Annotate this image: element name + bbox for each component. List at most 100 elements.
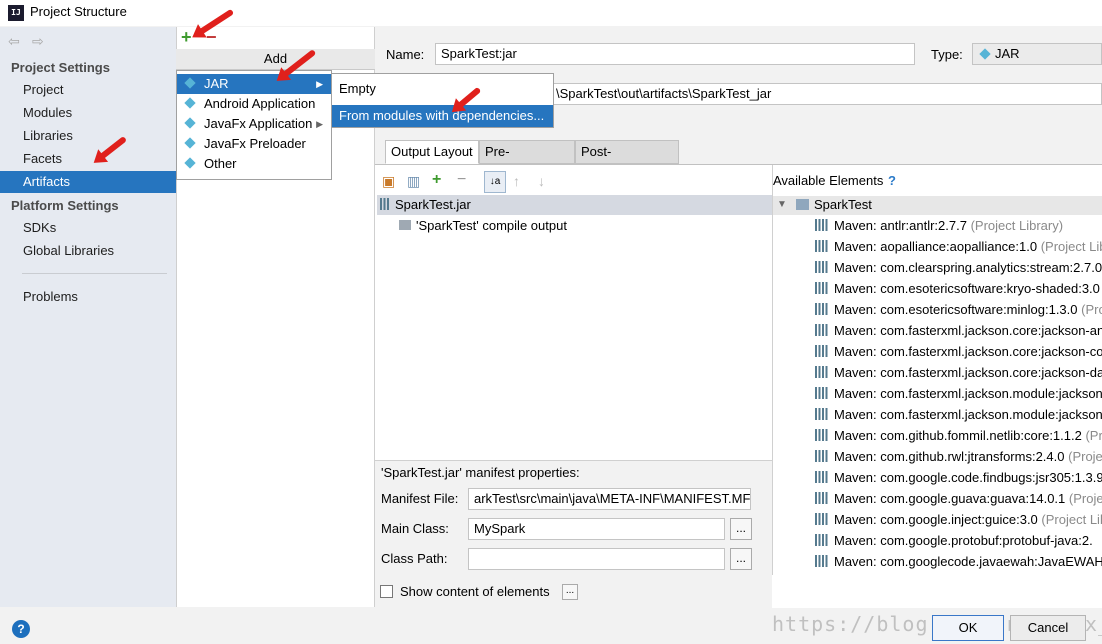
forward-arrow-icon[interactable]: ⇨ bbox=[32, 33, 44, 50]
menu-item-android-application[interactable]: Android Application bbox=[177, 94, 331, 114]
library-note: (Project Lib bbox=[1040, 239, 1102, 254]
library-name: Maven: com.esotericsoftware:kryo-shaded:… bbox=[834, 281, 1100, 296]
manifest-file-field[interactable]: arkTest\src\main\java\META-INF\MANIFEST.… bbox=[468, 488, 751, 510]
show-content-options-button[interactable]: ... bbox=[562, 584, 578, 600]
add-popup-header: Add bbox=[176, 49, 375, 70]
remove-element-icon[interactable]: − bbox=[457, 171, 466, 189]
available-elements-label: Available Elements bbox=[773, 173, 884, 188]
tab-pre-processing[interactable]: Pre-processing bbox=[479, 140, 575, 181]
sidebar-item-project[interactable]: Project bbox=[0, 79, 176, 101]
library-icon bbox=[815, 240, 829, 252]
menu-item-jar[interactable]: JAR ▶ bbox=[177, 74, 331, 94]
main-class-browse-button[interactable]: ... bbox=[730, 518, 752, 540]
cancel-button[interactable]: Cancel bbox=[1010, 615, 1086, 641]
manifest-heading: 'SparkTest.jar' manifest properties: bbox=[381, 465, 580, 480]
library-item[interactable]: Maven: com.fasterxml.jackson.core:jackso… bbox=[815, 362, 1102, 383]
library-icon bbox=[815, 534, 829, 546]
main-class-label: Main Class: bbox=[381, 521, 449, 536]
available-root[interactable]: SparkTest bbox=[796, 195, 872, 215]
library-icon bbox=[815, 324, 829, 336]
move-up-icon[interactable]: ↑ bbox=[513, 173, 520, 189]
submenu-arrow-icon: ▶ bbox=[316, 79, 323, 89]
name-field[interactable]: SparkTest:jar bbox=[435, 43, 915, 65]
move-down-icon[interactable]: ↓ bbox=[538, 173, 545, 189]
add-element-icon[interactable]: + bbox=[432, 171, 441, 189]
available-root-label: SparkTest bbox=[814, 197, 872, 212]
sidebar-item-libraries[interactable]: Libraries bbox=[0, 125, 176, 147]
library-note: (Pr bbox=[1085, 428, 1102, 443]
library-item[interactable]: Maven: com.esotericsoftware:minlog:1.3.0… bbox=[815, 299, 1102, 320]
sidebar-item-facets[interactable]: Facets bbox=[0, 148, 176, 170]
sidebar-item-problems[interactable]: Problems bbox=[0, 286, 176, 308]
library-icon bbox=[815, 387, 829, 399]
type-value: JAR bbox=[995, 46, 1020, 61]
library-item[interactable]: Maven: com.google.protobuf:protobuf-java… bbox=[815, 530, 1093, 551]
help-icon[interactable]: ? bbox=[12, 620, 30, 638]
menu-item-label: Android Application bbox=[204, 96, 316, 111]
type-dropdown[interactable]: JAR bbox=[972, 43, 1102, 65]
library-item[interactable]: Maven: com.fasterxml.jackson.module:jack… bbox=[815, 383, 1102, 404]
library-icon bbox=[815, 429, 829, 441]
show-content-label: Show content of elements bbox=[400, 584, 550, 599]
submenu-item-empty[interactable]: Empty bbox=[332, 78, 553, 100]
library-icon bbox=[815, 219, 829, 231]
library-name: Maven: com.google.guava:guava:14.0.1 bbox=[834, 491, 1066, 506]
tree-compile-output[interactable]: 'SparkTest' compile output bbox=[399, 216, 567, 236]
platform-settings-heading: Platform Settings bbox=[11, 198, 119, 213]
back-arrow-icon[interactable]: ⇦ bbox=[8, 33, 20, 50]
library-item[interactable]: Maven: com.esotericsoftware:kryo-shaded:… bbox=[815, 278, 1100, 299]
module-output-icon bbox=[399, 220, 411, 230]
menu-item-javafx-application[interactable]: JavaFx Application ▶ bbox=[177, 114, 331, 134]
archive-icon[interactable]: ▥ bbox=[407, 173, 420, 190]
library-item[interactable]: Maven: com.fasterxml.jackson.core:jackso… bbox=[815, 341, 1102, 362]
library-note: (Project Library) bbox=[970, 218, 1064, 233]
library-name: Maven: com.googlecode.javaewah:JavaEWAH: bbox=[834, 554, 1102, 569]
menu-item-other[interactable]: Other bbox=[177, 154, 331, 174]
library-item[interactable]: Maven: com.clearspring.analytics:stream:… bbox=[815, 257, 1102, 278]
class-path-field[interactable] bbox=[468, 548, 725, 570]
sort-icon[interactable]: ↓a bbox=[484, 171, 506, 193]
ok-button[interactable]: OK bbox=[932, 615, 1004, 641]
tab-output-layout[interactable]: Output Layout bbox=[385, 140, 479, 164]
title-bar bbox=[0, 0, 1102, 26]
library-name: Maven: com.esotericsoftware:minlog:1.3.0 bbox=[834, 302, 1078, 317]
create-directory-icon[interactable]: ▣ bbox=[382, 173, 395, 190]
window-title: Project Structure bbox=[30, 4, 127, 19]
menu-item-javafx-preloader[interactable]: JavaFx Preloader bbox=[177, 134, 331, 154]
output-directory-field[interactable]: \SparkTest\out\artifacts\SparkTest_jar bbox=[551, 83, 1102, 105]
library-item[interactable]: Maven: com.github.rwl:jtransforms:2.4.0 … bbox=[815, 446, 1102, 467]
show-content-checkbox[interactable] bbox=[380, 585, 393, 598]
library-name: Maven: com.fasterxml.jackson.core:jackso… bbox=[834, 323, 1102, 338]
main-class-field[interactable]: MySpark bbox=[468, 518, 725, 540]
sidebar-item-global-libraries[interactable]: Global Libraries bbox=[0, 240, 176, 262]
sidebar-item-sdks[interactable]: SDKs bbox=[0, 217, 176, 239]
class-path-browse-button[interactable]: ... bbox=[730, 548, 752, 570]
type-label: Type: bbox=[931, 47, 963, 62]
tree-root-jar[interactable]: SparkTest.jar bbox=[380, 195, 471, 215]
sidebar-item-artifacts[interactable]: Artifacts bbox=[0, 171, 176, 193]
jar-submenu: Empty From modules with dependencies... bbox=[331, 73, 554, 128]
tree-root-label: SparkTest.jar bbox=[395, 197, 471, 212]
tab-post-processing[interactable]: Post-processing bbox=[575, 140, 679, 181]
library-item[interactable]: Maven: com.google.guava:guava:14.0.1 (Pr… bbox=[815, 488, 1102, 509]
library-item[interactable]: Maven: com.fasterxml.jackson.module:jack… bbox=[815, 404, 1102, 425]
library-name: Maven: com.github.rwl:jtransforms:2.4.0 bbox=[834, 449, 1065, 464]
library-item[interactable]: Maven: antlr:antlr:2.7.7 (Project Librar… bbox=[815, 215, 1063, 236]
available-help-icon[interactable]: ? bbox=[888, 173, 896, 188]
submenu-item-from-modules[interactable]: From modules with dependencies... bbox=[332, 105, 553, 127]
library-item[interactable]: Maven: com.google.code.findbugs:jsr305:1… bbox=[815, 467, 1102, 488]
library-name: Maven: com.google.code.findbugs:jsr305:1… bbox=[834, 470, 1102, 485]
library-note: (Project Libr bbox=[1041, 512, 1102, 527]
library-name: Maven: com.github.fommil.netlib:core:1.1… bbox=[834, 428, 1082, 443]
library-name: Maven: com.fasterxml.jackson.module:jack… bbox=[834, 386, 1102, 401]
expand-arrow-icon[interactable]: ▼ bbox=[777, 195, 787, 215]
javafx-application-icon bbox=[184, 117, 196, 129]
library-item[interactable]: Maven: com.googlecode.javaewah:JavaEWAH: bbox=[815, 551, 1102, 572]
library-icon bbox=[815, 366, 829, 378]
library-item[interactable]: Maven: aopalliance:aopalliance:1.0 (Proj… bbox=[815, 236, 1102, 257]
library-item[interactable]: Maven: com.google.inject:guice:3.0 (Proj… bbox=[815, 509, 1102, 530]
sidebar-item-modules[interactable]: Modules bbox=[0, 102, 176, 124]
library-item[interactable]: Maven: com.fasterxml.jackson.core:jackso… bbox=[815, 320, 1102, 341]
library-item[interactable]: Maven: com.github.fommil.netlib:core:1.1… bbox=[815, 425, 1102, 446]
library-icon bbox=[815, 408, 829, 420]
